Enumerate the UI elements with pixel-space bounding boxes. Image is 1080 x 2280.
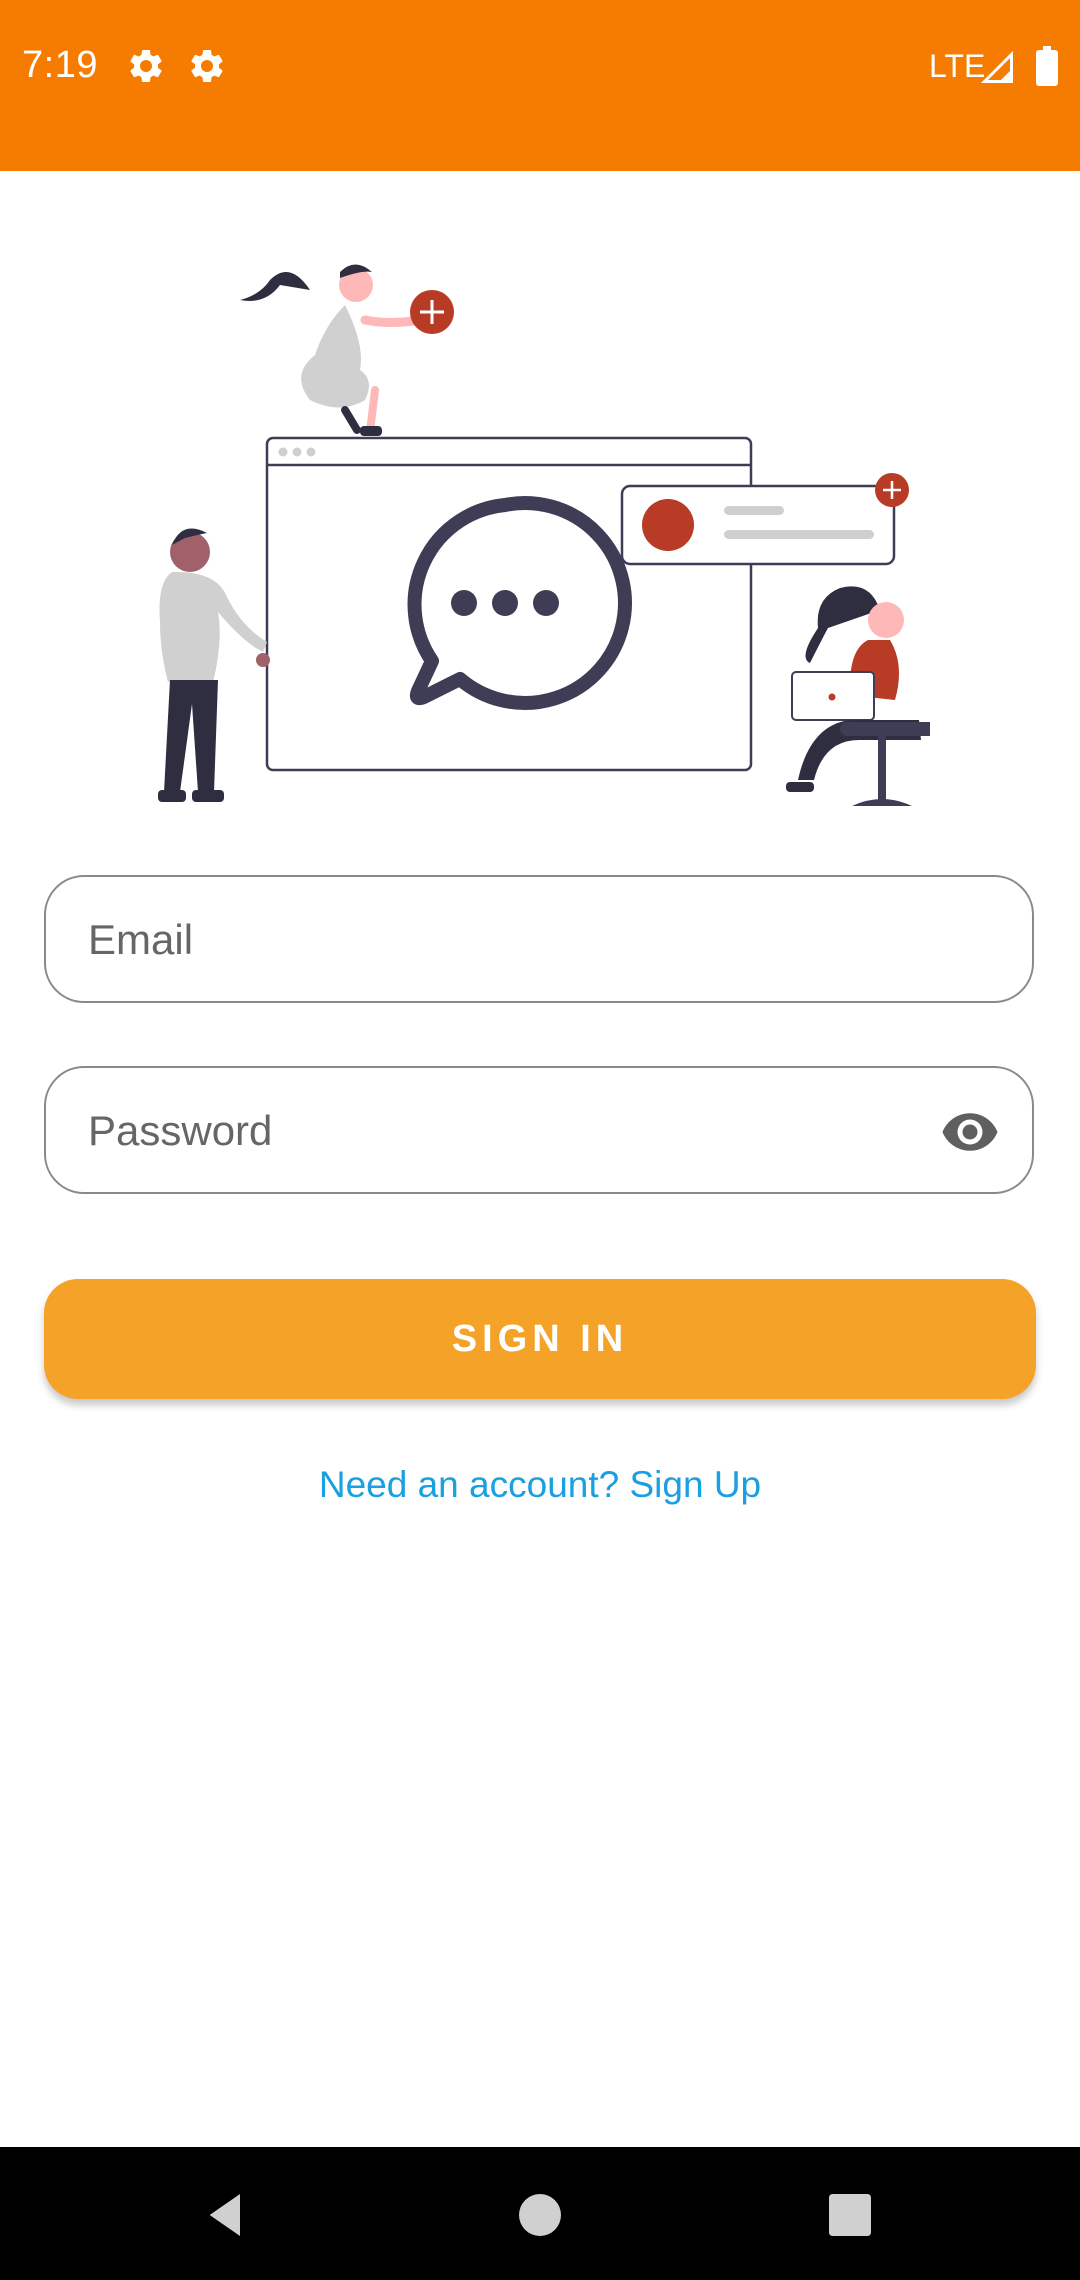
status-bar: 7:19 LTE xyxy=(0,0,1080,171)
chat-team-illustration xyxy=(158,264,930,806)
battery-icon xyxy=(1036,46,1058,86)
email-input[interactable] xyxy=(86,877,950,1003)
notification-card-graphic xyxy=(620,473,909,566)
eye-icon[interactable] xyxy=(938,1102,1002,1162)
person-crouching-graphic xyxy=(240,264,454,436)
navigation-bar xyxy=(0,2147,1080,2280)
signal-icon xyxy=(980,50,1013,83)
sign-up-link[interactable]: Need an account? Sign Up xyxy=(0,1464,1080,1506)
password-input[interactable] xyxy=(86,1068,950,1194)
network-type: LTE xyxy=(929,48,986,84)
sign-in-button[interactable]: SIGN IN xyxy=(44,1279,1036,1399)
status-time: 7:19 xyxy=(22,44,98,86)
home-icon[interactable] xyxy=(512,2187,568,2243)
recents-icon[interactable] xyxy=(822,2187,878,2243)
password-field[interactable] xyxy=(44,1066,1034,1194)
person-sitting-graphic xyxy=(786,586,930,806)
email-field[interactable] xyxy=(44,875,1034,1003)
settings-gear-icon xyxy=(130,49,162,82)
person-standing-graphic xyxy=(158,528,270,802)
back-icon[interactable] xyxy=(198,2187,254,2243)
settings-gear-icon xyxy=(191,49,223,82)
